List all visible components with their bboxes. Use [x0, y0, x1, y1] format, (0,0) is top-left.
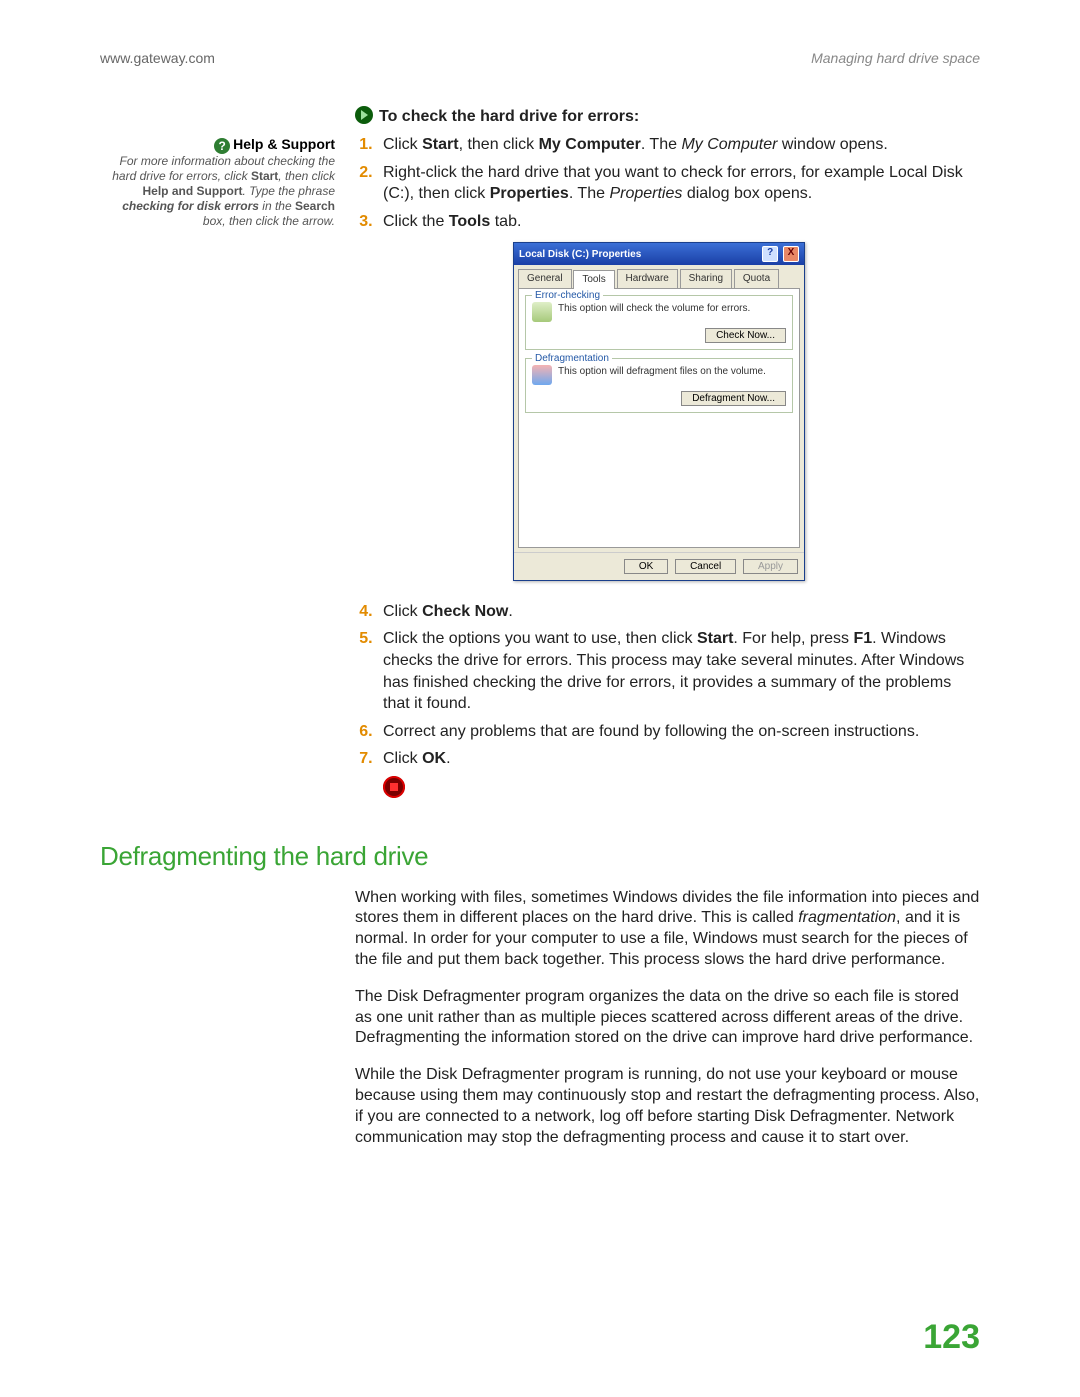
dialog-help-button[interactable]: ? — [762, 246, 778, 262]
error-checking-group: Error-checking This option will check th… — [525, 295, 793, 350]
defrag-icon — [532, 365, 552, 385]
header-url: www.gateway.com — [100, 50, 215, 66]
cancel-button[interactable]: Cancel — [675, 559, 736, 574]
check-now-button[interactable]: Check Now... — [705, 328, 786, 343]
defragmentation-legend: Defragmentation — [532, 352, 612, 366]
task-title: To check the hard drive for errors: — [355, 106, 980, 126]
defrag-paragraph-3: While the Disk Defragmenter program is r… — [355, 1065, 980, 1148]
help-icon: ? — [214, 138, 230, 154]
help-support-body: For more information about checking the … — [100, 154, 335, 229]
tab-quota[interactable]: Quota — [734, 269, 779, 288]
tab-hardware[interactable]: Hardware — [617, 269, 678, 288]
apply-button[interactable]: Apply — [743, 559, 798, 574]
ok-button[interactable]: OK — [624, 559, 668, 574]
page-header: www.gateway.com Managing hard drive spac… — [100, 50, 980, 66]
tab-tools[interactable]: Tools — [573, 270, 614, 289]
step-5: Click the options you want to use, then … — [377, 628, 980, 714]
stop-icon — [383, 776, 405, 798]
defragmentation-text: This option will defragment files on the… — [558, 365, 786, 379]
help-support-sidebar: ?Help & Support For more information abo… — [100, 106, 335, 811]
step-1: Click Start, then click My Computer. The… — [377, 134, 980, 156]
tab-general[interactable]: General — [518, 269, 572, 288]
step-4: Click Check Now. — [377, 601, 980, 623]
dialog-titlebar: Local Disk (C:) Properties ? X — [514, 243, 804, 265]
section-heading-defragmenting: Defragmenting the hard drive — [100, 841, 980, 872]
defrag-paragraph-2: The Disk Defragmenter program organizes … — [355, 987, 980, 1049]
step-3: Click the Tools tab. Local Disk (C:) Pro… — [377, 211, 980, 595]
step-7: Click OK. — [377, 748, 980, 804]
disk-check-icon — [532, 302, 552, 322]
play-icon — [355, 106, 373, 124]
error-checking-legend: Error-checking — [532, 289, 603, 303]
header-section: Managing hard drive space — [811, 50, 980, 66]
defragment-now-button[interactable]: Defragment Now... — [681, 391, 786, 406]
dialog-tabs: General Tools Hardware Sharing Quota — [514, 265, 804, 288]
error-checking-text: This option will check the volume for er… — [558, 302, 786, 316]
defrag-paragraph-1: When working with files, sometimes Windo… — [355, 888, 980, 971]
dialog-title-text: Local Disk (C:) Properties — [519, 248, 641, 262]
defragmentation-group: Defragmentation This option will defragm… — [525, 358, 793, 413]
steps-list: Click Start, then click My Computer. The… — [355, 134, 980, 805]
tab-sharing[interactable]: Sharing — [680, 269, 732, 288]
step-2: Right-click the hard drive that you want… — [377, 162, 980, 205]
dialog-close-button[interactable]: X — [783, 246, 799, 262]
properties-dialog: Local Disk (C:) Properties ? X General T… — [513, 242, 805, 581]
page-number: 123 — [923, 1318, 980, 1357]
step-6: Correct any problems that are found by f… — [377, 721, 980, 743]
help-support-title: Help & Support — [233, 136, 335, 152]
